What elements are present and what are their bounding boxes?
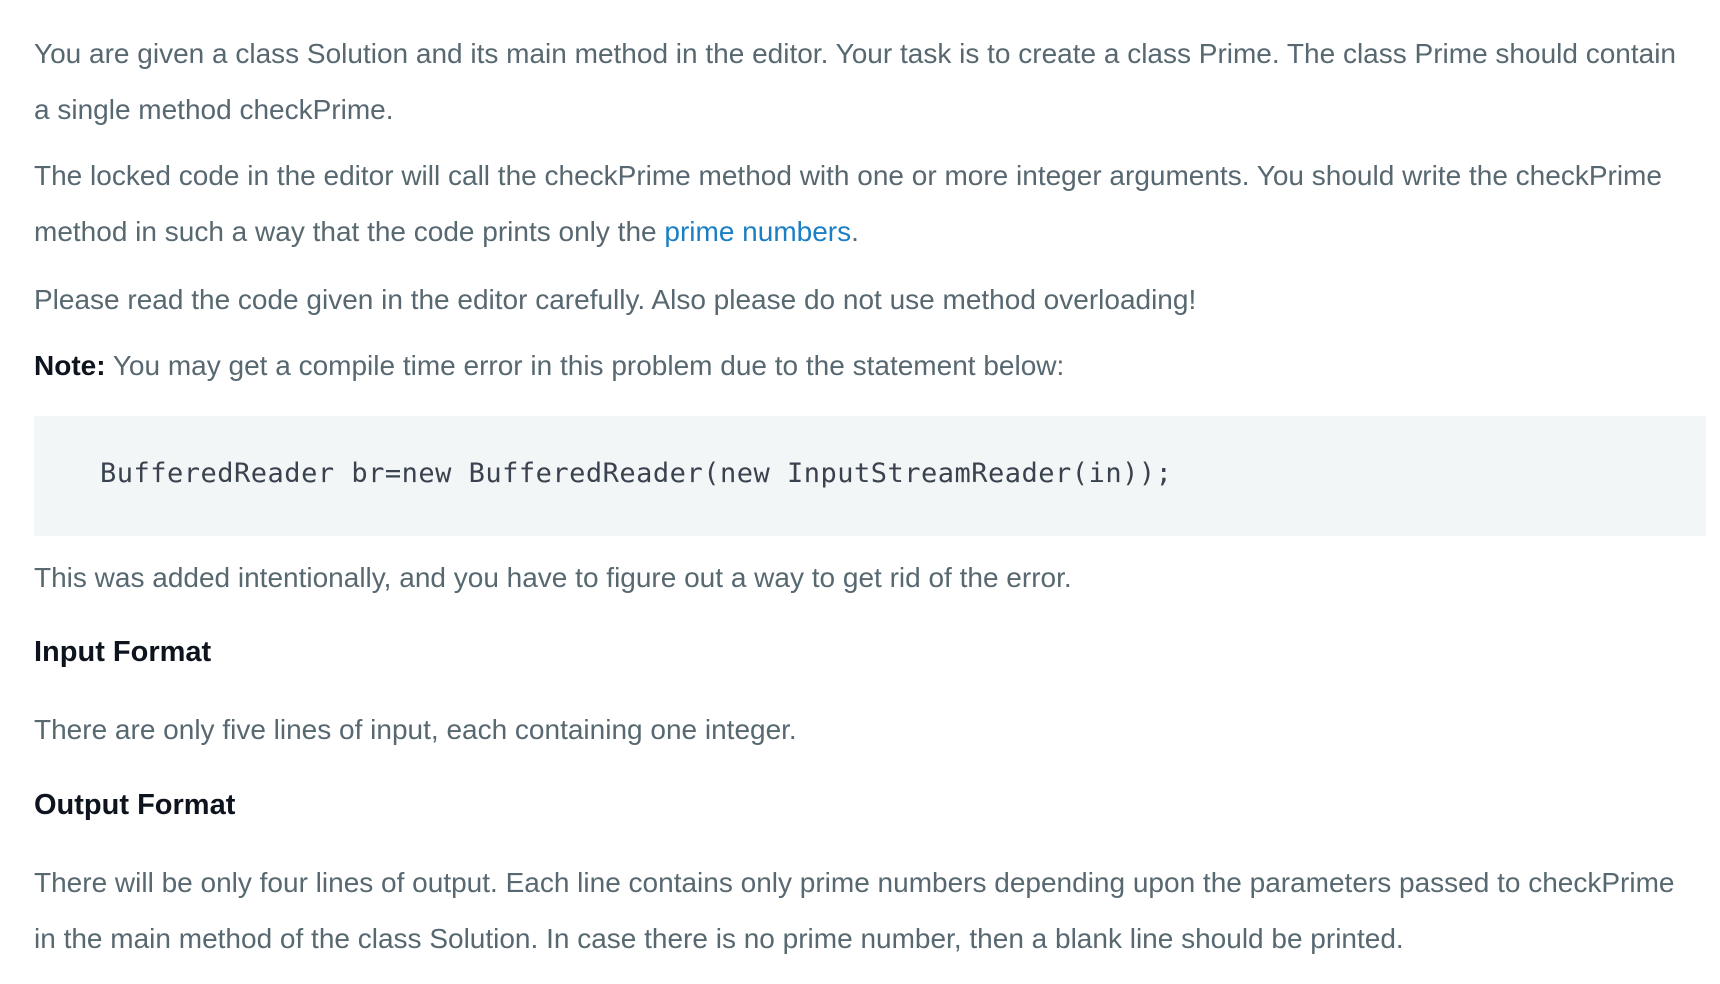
added-intentionally-paragraph: This was added intentionally, and you ha… [34,562,1072,593]
intro-paragraph: You are given a class Solution and its m… [34,38,1677,125]
input-format-text: There are only five lines of input, each… [34,714,797,745]
locked-code-period: . [851,216,859,247]
code-snippet: BufferedReader br=new BufferedReader(new… [100,458,1173,489]
note-label: Note: [34,350,106,381]
code-block: BufferedReader br=new BufferedReader(new… [34,416,1706,536]
note-text: You may get a compile time error in this… [105,350,1065,381]
read-carefully-paragraph: Please read the code given in the editor… [34,284,1197,315]
output-format-text: There will be only four lines of output.… [34,867,1675,954]
prime-numbers-link[interactable]: prime numbers [664,216,851,247]
output-format-heading: Output Format [34,789,236,821]
locked-code-paragraph: The locked code in the editor will call … [34,148,1694,260]
note-paragraph: Note: You may get a compile time error i… [34,338,1694,394]
input-format-heading: Input Format [34,636,212,668]
